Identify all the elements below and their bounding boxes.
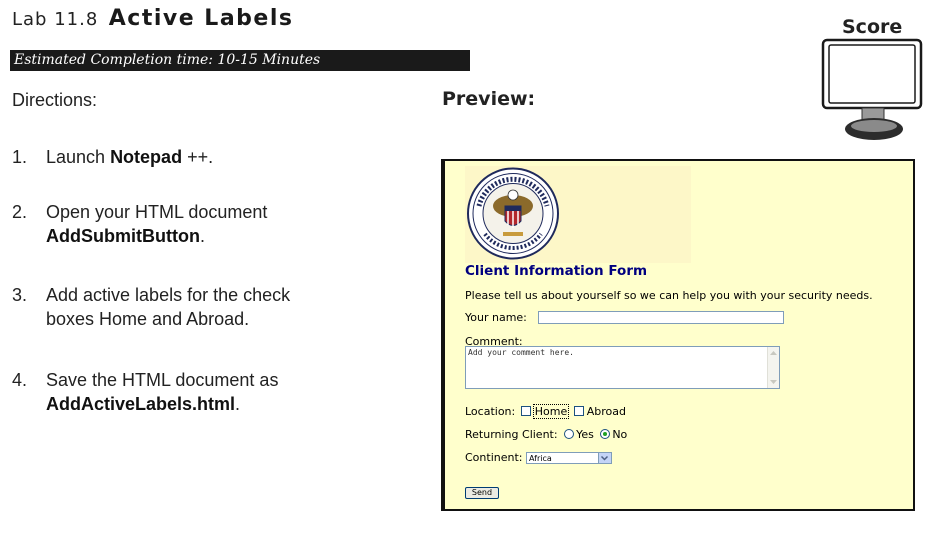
- step-text-line2: boxes Home and Abroad.: [46, 309, 250, 329]
- chevron-down-icon[interactable]: [597, 453, 611, 463]
- step-number: 1.: [12, 147, 28, 167]
- location-row: Location: Home Abroad: [465, 404, 626, 419]
- location-label: Location:: [465, 405, 516, 418]
- comment-textarea[interactable]: Add your comment here.: [465, 346, 780, 389]
- abroad-checkbox[interactable]: [573, 406, 584, 416]
- continent-label: Continent:: [465, 451, 523, 464]
- scroll-up-icon[interactable]: [770, 350, 777, 356]
- step-number: 2.: [12, 202, 28, 222]
- step-text-suffix: .: [199, 226, 205, 246]
- abroad-label[interactable]: Abroad: [587, 405, 626, 418]
- returning-label: Returning Client:: [465, 428, 558, 441]
- step-number: 4.: [12, 370, 28, 390]
- returning-no-radio[interactable]: [600, 429, 611, 439]
- returning-no-label[interactable]: No: [612, 428, 627, 441]
- comment-placeholder: Add your comment here.: [468, 348, 574, 357]
- step-bold-text: Notepad: [110, 147, 183, 167]
- step-1: 1. Launch Notepad ++.: [12, 145, 213, 169]
- continent-row: Continent: Africa: [465, 451, 612, 464]
- step-number: 3.: [12, 285, 28, 305]
- returning-row: Returning Client: Yes No: [465, 428, 627, 441]
- step-3: 3. Add active labels for the check boxes H…: [12, 283, 290, 331]
- client-form: Client Information Form Please tell us a…: [465, 161, 913, 509]
- step-text: Launch: [46, 147, 111, 167]
- scroll-down-icon[interactable]: [770, 379, 777, 385]
- logo-area: [465, 166, 691, 263]
- home-label[interactable]: Home: [532, 404, 570, 419]
- form-intro: Please tell us about yourself so we can …: [465, 289, 873, 302]
- returning-yes-label[interactable]: Yes: [576, 428, 594, 441]
- step-text-suffix: ++.: [182, 147, 214, 167]
- form-title: Client Information Form: [465, 263, 648, 279]
- preview-frame: Client Information Form Please tell us a…: [441, 159, 915, 511]
- lab-name: Active Labels: [108, 6, 294, 31]
- step-text: Save the HTML document as: [46, 370, 279, 390]
- returning-yes-radio[interactable]: [564, 429, 575, 439]
- step-bold-text: AddActiveLabels.html: [46, 394, 236, 414]
- directions-heading: Directions:: [12, 90, 98, 110]
- preview-heading: Preview:: [442, 88, 536, 110]
- step-text: Open your HTML document: [46, 202, 268, 222]
- home-checkbox[interactable]: [520, 406, 531, 416]
- nsa-seal-icon: [467, 167, 559, 260]
- lab-number: Lab 11.8: [12, 9, 99, 30]
- lab-title: Lab 11.8 Active Labels: [12, 6, 293, 31]
- step-text-suffix: .: [235, 394, 241, 414]
- step-bold-text: AddSubmitButton: [46, 226, 200, 246]
- name-label: Your name:: [465, 311, 527, 324]
- step-text: Add active labels for the check: [46, 285, 291, 305]
- estimated-time-bar: Estimated Completion time: 10-15 Minutes: [10, 50, 470, 71]
- continent-select[interactable]: Africa: [525, 452, 612, 464]
- monitor-icon: [821, 38, 923, 140]
- step-4: 4. Save the HTML document as AddActiveLabe…: [12, 368, 278, 416]
- textarea-scrollbar[interactable]: [767, 347, 779, 388]
- step-2: 2. Open your HTML document AddSubmitButton…: [12, 200, 267, 248]
- continent-selected-value: Africa: [528, 454, 552, 463]
- name-input[interactable]: [538, 311, 784, 324]
- score-label: Score: [842, 16, 903, 38]
- send-button[interactable]: Send: [465, 487, 499, 499]
